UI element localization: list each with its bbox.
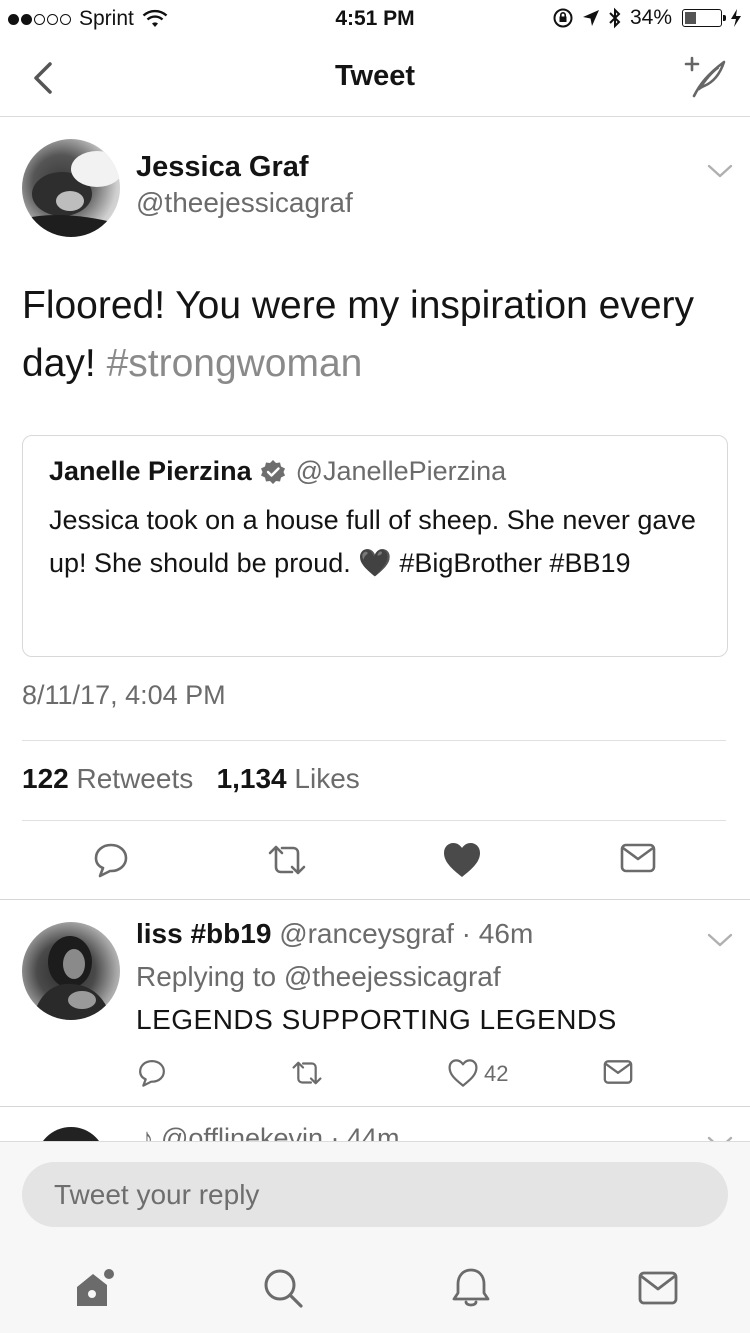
orientation-lock-icon	[553, 8, 573, 28]
retweets-count: 122	[22, 763, 69, 794]
reply-author-handle[interactable]: @ranceysgraf	[279, 918, 454, 949]
retweet-icon[interactable]	[266, 841, 308, 879]
direct-message-icon[interactable]	[620, 841, 656, 875]
quoted-tweet-text: Jessica took on a house full of sheep. S…	[49, 505, 696, 578]
avatar[interactable]	[22, 139, 120, 237]
tweet-stats: 122 Retweets 1,134 Likes	[22, 763, 360, 795]
avatar[interactable]	[36, 1127, 106, 1141]
chevron-down-icon[interactable]	[706, 1133, 734, 1141]
profile-photo-liss	[32, 936, 112, 1020]
page-title: Tweet	[334, 60, 416, 92]
retweets-label: Retweets	[76, 763, 194, 794]
reply-icon[interactable]	[92, 841, 130, 879]
battery-icon	[682, 9, 726, 27]
divider	[22, 740, 726, 741]
reply-icon[interactable]	[137, 1058, 167, 1088]
avatar[interactable]	[22, 922, 120, 1020]
reply-time: 46m	[478, 918, 534, 949]
like-filled-icon[interactable]	[442, 841, 482, 879]
reply-input[interactable]	[22, 1162, 728, 1227]
battery-fill	[685, 12, 696, 24]
reply-author-name[interactable]: liss #bb19	[136, 918, 271, 949]
retweet-icon[interactable]	[290, 1058, 324, 1088]
chevron-down-icon[interactable]	[706, 161, 734, 181]
likes-label: Likes	[294, 763, 360, 794]
reply-like-count: 42	[484, 1061, 509, 1086]
compose-tweet-icon[interactable]	[680, 54, 728, 100]
tweet-timestamp: 8/11/17, 4:04 PM	[22, 680, 226, 710]
author-name[interactable]: Jessica Graf	[136, 151, 309, 184]
reply-header: liss #bb19 @ranceysgraf · 46m	[136, 918, 533, 950]
search-icon[interactable]	[260, 1266, 306, 1310]
messages-envelope-icon[interactable]	[636, 1266, 682, 1310]
quoted-tweet[interactable]: Janelle Pierzina @JanellePierzina Jessic…	[22, 435, 728, 657]
quoted-author-name: Janelle Pierzina	[49, 456, 252, 486]
status-bar-right: 34%	[552, 6, 742, 30]
next-reply-header: ♪ @offlinekevin · 44m	[140, 1123, 400, 1141]
hashtag-link[interactable]: #strongwoman	[107, 342, 363, 385]
profile-photo-jessica	[22, 151, 120, 237]
reply-text: LEGENDS SUPPORTING LEGENDS	[136, 1004, 617, 1035]
retweets-stat[interactable]: 122 Retweets	[22, 763, 193, 794]
chevron-down-icon[interactable]	[706, 930, 734, 950]
notifications-bell-icon[interactable]	[448, 1266, 494, 1310]
divider	[22, 820, 726, 821]
reply-composer	[0, 1141, 750, 1333]
tweet-actions	[0, 837, 750, 897]
bluetooth-icon	[609, 7, 621, 29]
author-handle[interactable]: @theejessicagraf	[136, 187, 353, 219]
navigation-bar: Tweet	[0, 40, 750, 117]
status-bar: Sprint 4:51 PM 34%	[0, 0, 750, 40]
likes-count: 1,134	[216, 763, 287, 794]
quoted-tweet-header: Janelle Pierzina @JanellePierzina	[49, 456, 506, 487]
location-arrow-icon	[582, 10, 599, 26]
charging-bolt-icon	[731, 9, 741, 27]
separator-dot: ·	[453, 918, 479, 949]
replying-to[interactable]: Replying to @theejessicagraf	[136, 961, 501, 993]
battery-percent: 34%	[629, 6, 672, 29]
likes-stat[interactable]: 1,134 Likes	[217, 763, 360, 794]
verified-badge-icon	[260, 459, 285, 484]
home-icon[interactable]	[72, 1266, 118, 1310]
quoted-author-handle: @JanellePierzina	[295, 456, 507, 486]
reply-tweet[interactable]: liss #bb19 @ranceysgraf · 46m Replying t…	[0, 900, 750, 1106]
like-icon[interactable]	[447, 1058, 479, 1088]
tweet-text: Floored! You were my inspiration every d…	[22, 277, 722, 393]
direct-message-icon[interactable]	[603, 1058, 633, 1086]
next-reply-partial[interactable]: ♪ @offlinekevin · 44m	[0, 1107, 750, 1141]
